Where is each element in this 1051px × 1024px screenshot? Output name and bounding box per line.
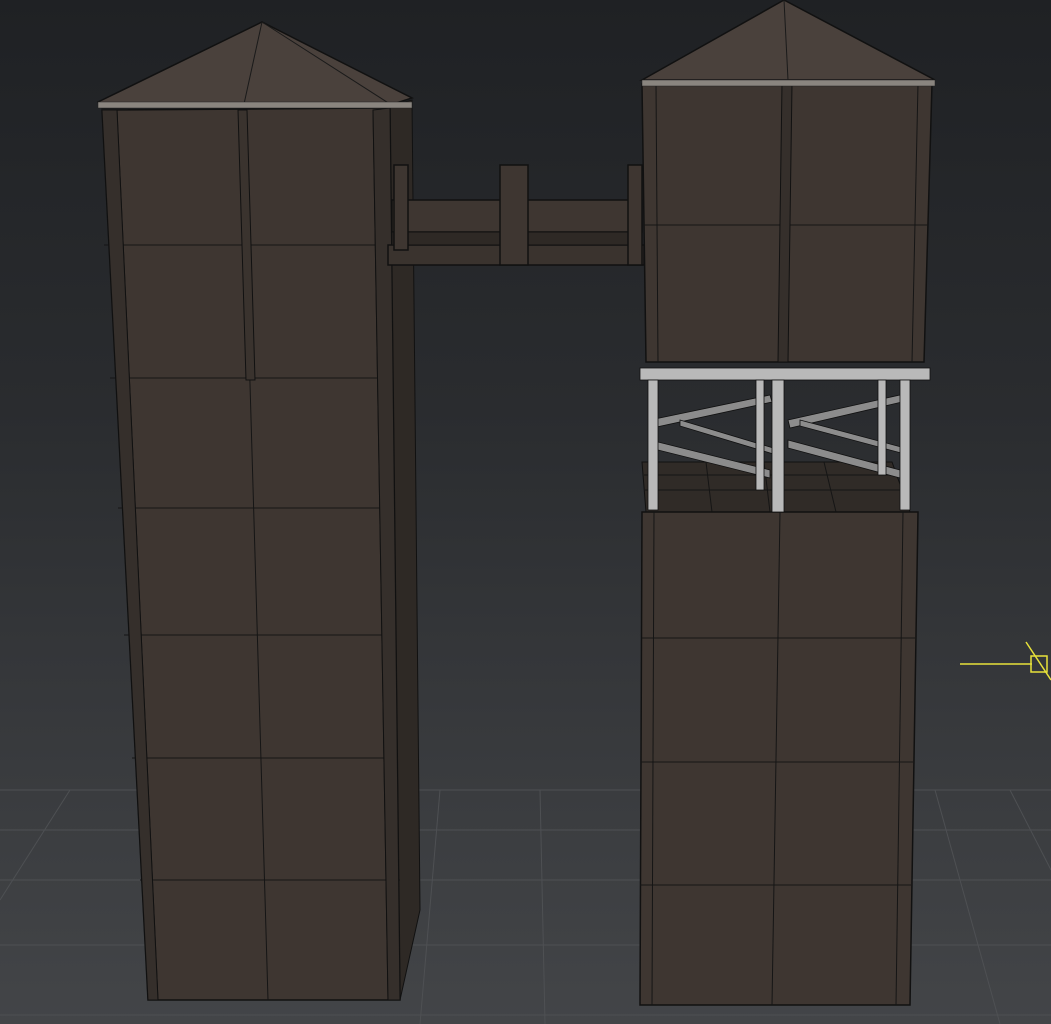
3d-viewport[interactable] (0, 0, 1051, 1024)
bridge-post-left (393, 164, 409, 251)
scene-canvas[interactable] (0, 0, 1051, 1024)
connecting-bridge[interactable] (387, 164, 645, 266)
left-tower[interactable] (96, 21, 421, 1001)
tank-roof-trim (641, 79, 936, 87)
right-tower-base[interactable] (639, 461, 919, 1006)
tank-roof (639, 0, 936, 81)
left-tower-roof (96, 21, 414, 109)
water-tank[interactable] (639, 0, 936, 363)
light-target-icon[interactable] (960, 641, 1051, 681)
scaffold-platform (639, 367, 931, 381)
bridge-post-center (499, 164, 529, 266)
left-tower-roof-trim (97, 101, 413, 109)
bridge-post-right (627, 164, 643, 266)
